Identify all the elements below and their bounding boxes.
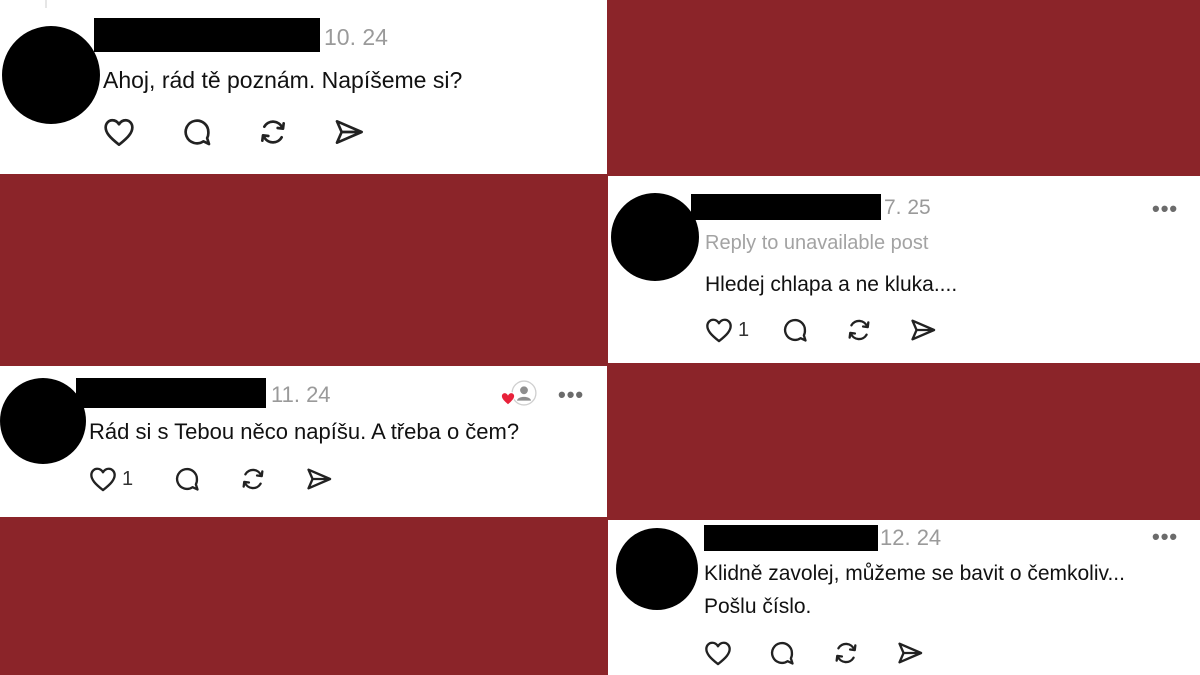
reply-to-note[interactable]: Reply to unavailable post [705, 232, 928, 255]
more-options-button[interactable]: ••• [558, 384, 584, 406]
comment-text-line-1: Klidně zavolej, můžeme se bavit o čemkol… [704, 562, 1125, 585]
reply-button[interactable] [173, 465, 239, 493]
share-button[interactable] [333, 116, 365, 148]
repost-icon [261, 120, 285, 144]
avatar[interactable] [616, 528, 698, 610]
repost-icon [242, 468, 264, 490]
repost-button[interactable] [239, 465, 305, 493]
redacted-username [76, 378, 266, 408]
redacted-username [704, 525, 878, 551]
like-button[interactable] [103, 117, 181, 147]
share-icon [335, 120, 363, 144]
comment-text: Rád si s Tebou něco napíšu. A třeba o če… [89, 419, 520, 444]
post-date: 12. 24 [880, 525, 942, 550]
post-date: 10. 24 [324, 24, 388, 50]
action-bar [704, 639, 924, 667]
comment-card-3: 11. 24 ••• Rád si s Tebou něco napíšu. A… [0, 366, 607, 517]
like-button[interactable]: 1 [89, 466, 173, 492]
post-date: 11. 24 [271, 382, 331, 407]
comment-card-2: 7. 25 ••• Reply to unavailable post Hled… [608, 176, 1200, 363]
repost-button[interactable] [832, 639, 896, 667]
repost-button[interactable] [257, 116, 333, 148]
comment-card-4: 12. 24 ••• Klidně zavolej, můžeme se bav… [608, 520, 1200, 675]
reply-icon [770, 641, 794, 665]
reply-button[interactable] [181, 116, 257, 148]
liked-by-author-badge [500, 380, 538, 408]
comment-text-line-2: Pošlu číslo. [704, 595, 812, 618]
reply-button[interactable] [768, 639, 832, 667]
action-bar: 1 [705, 316, 937, 344]
share-icon [898, 642, 923, 664]
like-button[interactable]: 1 [705, 317, 781, 343]
like-count: 1 [122, 467, 134, 490]
avatar[interactable] [0, 378, 86, 464]
avatar[interactable] [611, 193, 699, 281]
reply-icon [184, 119, 211, 146]
reply-icon [783, 318, 807, 342]
share-button[interactable] [896, 639, 924, 667]
heart-icon [90, 467, 116, 492]
repost-icon [848, 319, 870, 341]
share-icon [307, 468, 332, 490]
comment-card-1: 10. 24 Ahoj, rád tě poznám. Napíšeme si? [0, 0, 607, 174]
heart-icon [104, 118, 134, 146]
more-options-button[interactable]: ••• [1152, 526, 1178, 548]
heart-icon [500, 392, 516, 406]
redacted-username [94, 18, 320, 52]
repost-icon [835, 642, 857, 664]
more-options-button[interactable]: ••• [1152, 198, 1178, 220]
reply-button[interactable] [781, 316, 845, 344]
like-button[interactable] [704, 640, 768, 666]
redacted-username [691, 194, 881, 220]
repost-button[interactable] [845, 316, 909, 344]
share-button[interactable] [305, 465, 333, 493]
avatar[interactable] [2, 26, 100, 124]
heart-icon [705, 641, 731, 666]
action-bar [103, 116, 365, 148]
like-count: 1 [738, 318, 750, 341]
action-bar: 1 [89, 465, 333, 493]
share-button[interactable] [909, 316, 937, 344]
share-icon [911, 319, 936, 341]
post-date: 7. 25 [884, 196, 931, 219]
comment-text: Hledej chlapa a ne kluka.... [705, 273, 958, 296]
heart-icon [706, 318, 732, 343]
thread-line [45, 0, 47, 8]
comment-text: Ahoj, rád tě poznám. Napíšeme si? [103, 67, 463, 93]
reply-icon [175, 467, 199, 491]
